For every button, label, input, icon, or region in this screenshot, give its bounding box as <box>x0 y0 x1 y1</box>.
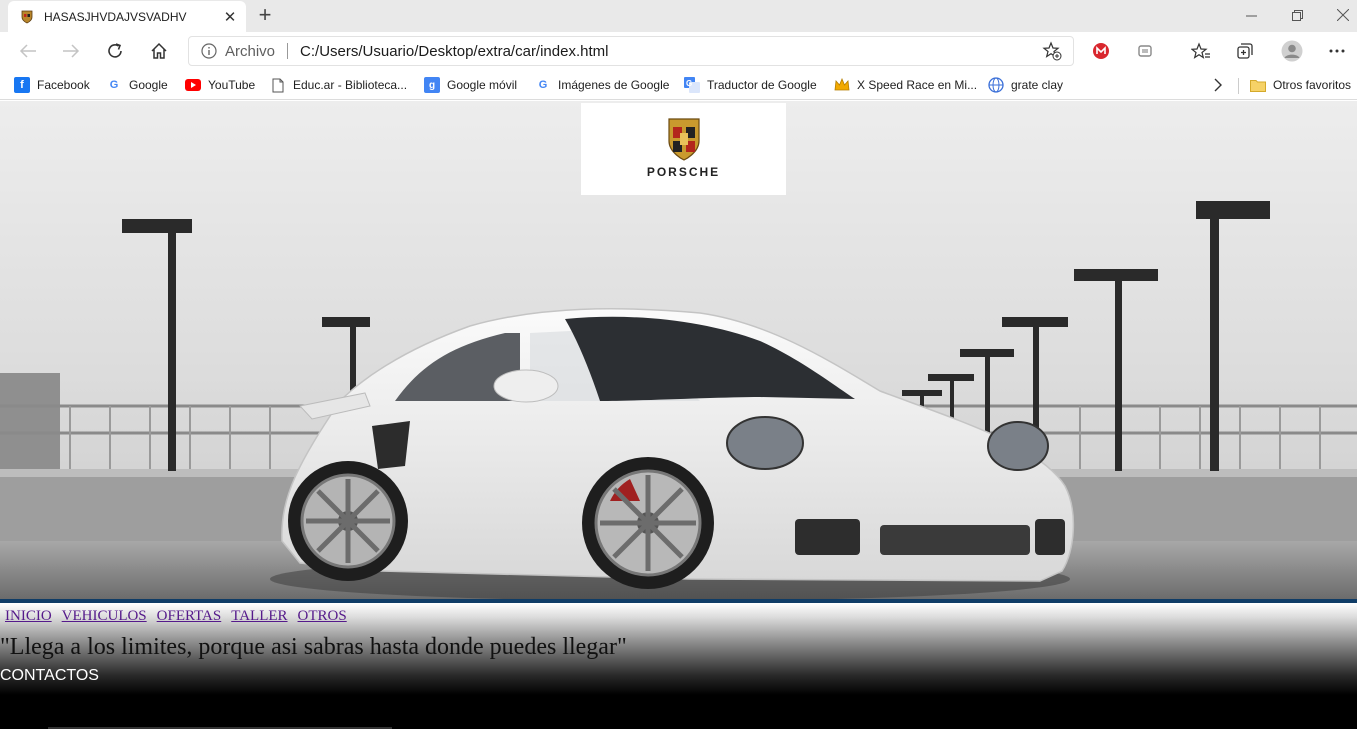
google-icon: G <box>538 79 548 91</box>
globe-icon <box>988 77 1004 93</box>
back-arrow-icon[interactable] <box>13 37 43 65</box>
bookmark-label: Google móvil <box>447 78 518 92</box>
restore-icon[interactable] <box>1274 0 1320 30</box>
title-bar: HASASJHVDAJVSVADHV ✕ + <box>0 0 1357 32</box>
add-favorite-icon[interactable] <box>1041 40 1063 62</box>
refresh-icon[interactable] <box>100 37 130 65</box>
svg-text:G: G <box>686 79 692 88</box>
bookmark-label: Imágenes de Google <box>558 78 670 92</box>
tab-title: HASASJHVDAJVSVADHV <box>44 9 187 24</box>
omnibox-divider <box>287 43 289 59</box>
nav-link-ofertas[interactable]: OFERTAS <box>157 608 222 625</box>
bookmark-grate-clay[interactable]: grate clay <box>988 76 1063 94</box>
address-bar[interactable]: Archivo C:/Users/Usuario/Desktop/extra/c… <box>188 36 1074 66</box>
bookmark-label: Facebook <box>37 78 90 92</box>
nav-link-taller[interactable]: TALLER <box>231 608 287 625</box>
translate-icon: G <box>684 77 700 93</box>
mega-extension-icon[interactable] <box>1086 37 1116 65</box>
home-icon[interactable] <box>144 37 174 65</box>
extension-icon[interactable] <box>1130 37 1160 65</box>
bookmark-youtube[interactable]: YouTube <box>185 76 255 94</box>
bookmarks-overflow-chevron-icon[interactable] <box>1213 76 1223 94</box>
crown-icon <box>834 77 850 93</box>
bookmark-educar[interactable]: Educ.ar - Biblioteca... <box>270 76 407 94</box>
folder-icon <box>1250 77 1266 93</box>
favorites-icon[interactable] <box>1186 37 1216 65</box>
bookmark-label: X Speed Race en Mi... <box>857 78 978 92</box>
slogan-text: "Llega a los limites, porque asi sabras … <box>0 634 627 660</box>
info-icon[interactable] <box>201 43 217 59</box>
bookmark-traductor[interactable]: G Traductor de Google <box>684 76 817 94</box>
youtube-icon <box>185 77 201 93</box>
nav-link-vehiculos[interactable]: VEHICULOS <box>62 608 147 625</box>
collections-icon[interactable] <box>1230 37 1260 65</box>
web-page: PORSCHE INICIO VEHICULOS OFERTAS TALLER … <box>0 101 1357 729</box>
bookmarks-bar: f Facebook G Google YouTube Educ.ar - Bi… <box>0 70 1357 100</box>
profile-avatar-icon[interactable] <box>1277 37 1307 65</box>
google-mobile-icon: g <box>424 77 440 93</box>
bookmark-label: Educ.ar - Biblioteca... <box>293 78 408 92</box>
contacts-heading: CONTACTOS <box>0 667 99 684</box>
page-icon <box>270 77 286 93</box>
nav-link-otros[interactable]: OTROS <box>298 608 347 625</box>
bookmark-xspeedrace[interactable]: X Speed Race en Mi... <box>834 76 977 94</box>
forward-arrow-icon[interactable] <box>56 37 86 65</box>
bookmark-label: YouTube <box>208 78 256 92</box>
google-icon: G <box>109 79 119 91</box>
main-nav-menu: INICIO VEHICULOS OFERTAS TALLER OTROS <box>5 608 357 625</box>
other-favorites-folder[interactable]: Otros favoritos <box>1250 76 1351 94</box>
more-options-icon[interactable] <box>1322 37 1352 65</box>
porsche-logo: PORSCHE <box>581 103 786 195</box>
bookmark-google-movil[interactable]: g Google móvil <box>424 76 517 94</box>
porsche-crest-icon <box>668 118 700 161</box>
navigation-toolbar: Archivo C:/Users/Usuario/Desktop/extra/c… <box>0 32 1357 70</box>
close-window-icon[interactable] <box>1320 0 1357 30</box>
logo-wordmark: PORSCHE <box>646 165 721 179</box>
bookmark-label: Otros favoritos <box>1273 78 1352 92</box>
close-tab-icon[interactable]: ✕ <box>220 7 240 27</box>
bookmarks-divider <box>1238 78 1239 94</box>
bookmark-imagenes-google[interactable]: G Imágenes de Google <box>535 76 670 94</box>
hero-car-image: PORSCHE <box>0 101 1357 601</box>
bookmark-google[interactable]: G Google <box>106 76 168 94</box>
bookmark-label: grate clay <box>1011 78 1064 92</box>
minimize-icon[interactable] <box>1228 0 1274 30</box>
porsche-favicon-icon <box>20 10 34 24</box>
bookmark-label: Traductor de Google <box>707 78 817 92</box>
page-footer-section: INICIO VEHICULOS OFERTAS TALLER OTROS "L… <box>0 603 1357 729</box>
scheme-label: Archivo <box>225 42 276 60</box>
browser-tab[interactable]: HASASJHVDAJVSVADHV ✕ <box>8 1 246 32</box>
facebook-icon: f <box>14 77 30 93</box>
url-text[interactable]: C:/Users/Usuario/Desktop/extra/car/index… <box>300 43 1041 60</box>
new-tab-button[interactable]: + <box>254 4 276 28</box>
nav-link-inicio[interactable]: INICIO <box>5 608 52 625</box>
bookmark-label: Google <box>129 78 168 92</box>
bookmark-facebook[interactable]: f Facebook <box>14 76 90 94</box>
